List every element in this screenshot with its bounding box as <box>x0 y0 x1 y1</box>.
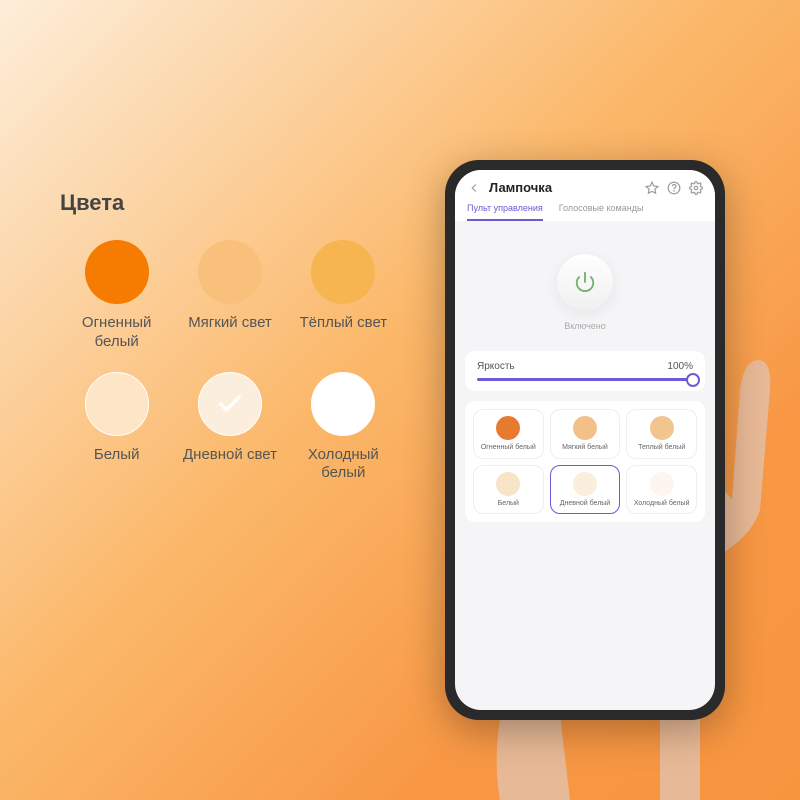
color-option-fiery[interactable]: Огненный белый <box>473 409 544 459</box>
color-label: Теплый белый <box>638 444 685 452</box>
color-option-daylight[interactable]: Дневной белый <box>550 465 621 515</box>
color-label: Мягкий белый <box>562 444 608 452</box>
color-swatch <box>496 472 520 496</box>
swatch-circle <box>198 372 262 436</box>
color-label: Огненный белый <box>481 444 536 452</box>
panel-title: Цвета <box>60 190 400 216</box>
brightness-slider[interactable] <box>477 378 693 381</box>
app-body: Включено Яркость 100% Огненный белый <box>455 221 715 710</box>
swatch-label: Мягкий свет <box>188 314 272 333</box>
swatch-circle <box>198 240 262 304</box>
color-label: Холодный белый <box>634 500 690 508</box>
brightness-card: Яркость 100% <box>465 351 705 391</box>
swatch-label: Тёплый свет <box>299 314 387 333</box>
swatch-circle <box>311 372 375 436</box>
color-option-soft[interactable]: Мягкий белый <box>550 409 621 459</box>
color-swatch <box>496 416 520 440</box>
power-icon <box>574 271 596 293</box>
help-icon[interactable] <box>667 181 681 195</box>
swatch-soft-light[interactable]: Мягкий свет <box>173 240 286 352</box>
swatch-label: Огненный белый <box>82 314 152 352</box>
swatch-circle <box>85 240 149 304</box>
app-header: Лампочка Пульт управления Голосовые кома… <box>455 170 715 221</box>
phone-color-card: Огненный белый Мягкий белый Теплый белый… <box>465 401 705 522</box>
power-status: Включено <box>465 321 705 331</box>
swatch-circle <box>311 240 375 304</box>
power-section: Включено <box>465 235 705 341</box>
tabs: Пульт управления Голосовые команды <box>467 203 703 221</box>
color-swatch <box>573 416 597 440</box>
swatch-label: Дневной свет <box>183 446 277 465</box>
swatch-fiery-white[interactable]: Огненный белый <box>60 240 173 352</box>
swatch-label: Холодный белый <box>308 446 379 484</box>
color-palette-panel: Цвета Огненный белый Мягкий свет Тёплый … <box>60 190 400 483</box>
check-icon <box>216 390 244 418</box>
slider-thumb[interactable] <box>686 373 700 387</box>
tab-voice[interactable]: Голосовые команды <box>559 203 644 221</box>
brightness-label: Яркость <box>477 361 515 372</box>
color-option-warm[interactable]: Теплый белый <box>626 409 697 459</box>
color-label: Дневной белый <box>560 500 610 508</box>
swatch-white[interactable]: Белый <box>60 372 173 484</box>
swatch-grid: Огненный белый Мягкий свет Тёплый свет Б… <box>60 240 400 483</box>
brightness-value: 100% <box>667 361 693 372</box>
swatch-warm-light[interactable]: Тёплый свет <box>287 240 400 352</box>
swatch-cool-white[interactable]: Холодный белый <box>287 372 400 484</box>
color-option-white[interactable]: Белый <box>473 465 544 515</box>
gear-icon[interactable] <box>689 181 703 195</box>
phone-color-grid: Огненный белый Мягкий белый Теплый белый… <box>473 409 697 514</box>
color-option-cool[interactable]: Холодный белый <box>626 465 697 515</box>
color-swatch <box>650 472 674 496</box>
swatch-circle <box>85 372 149 436</box>
power-button[interactable] <box>556 253 614 311</box>
color-label: Белый <box>498 500 519 508</box>
back-icon[interactable] <box>467 181 481 195</box>
phone-mockup: Лампочка Пульт управления Голосовые кома… <box>445 160 725 720</box>
star-icon[interactable] <box>645 181 659 195</box>
screen-title: Лампочка <box>489 180 637 195</box>
color-swatch <box>650 416 674 440</box>
phone-screen: Лампочка Пульт управления Голосовые кома… <box>455 170 715 710</box>
tab-control[interactable]: Пульт управления <box>467 203 543 221</box>
swatch-daylight[interactable]: Дневной свет <box>173 372 286 484</box>
swatch-label: Белый <box>94 446 140 465</box>
color-swatch <box>573 472 597 496</box>
